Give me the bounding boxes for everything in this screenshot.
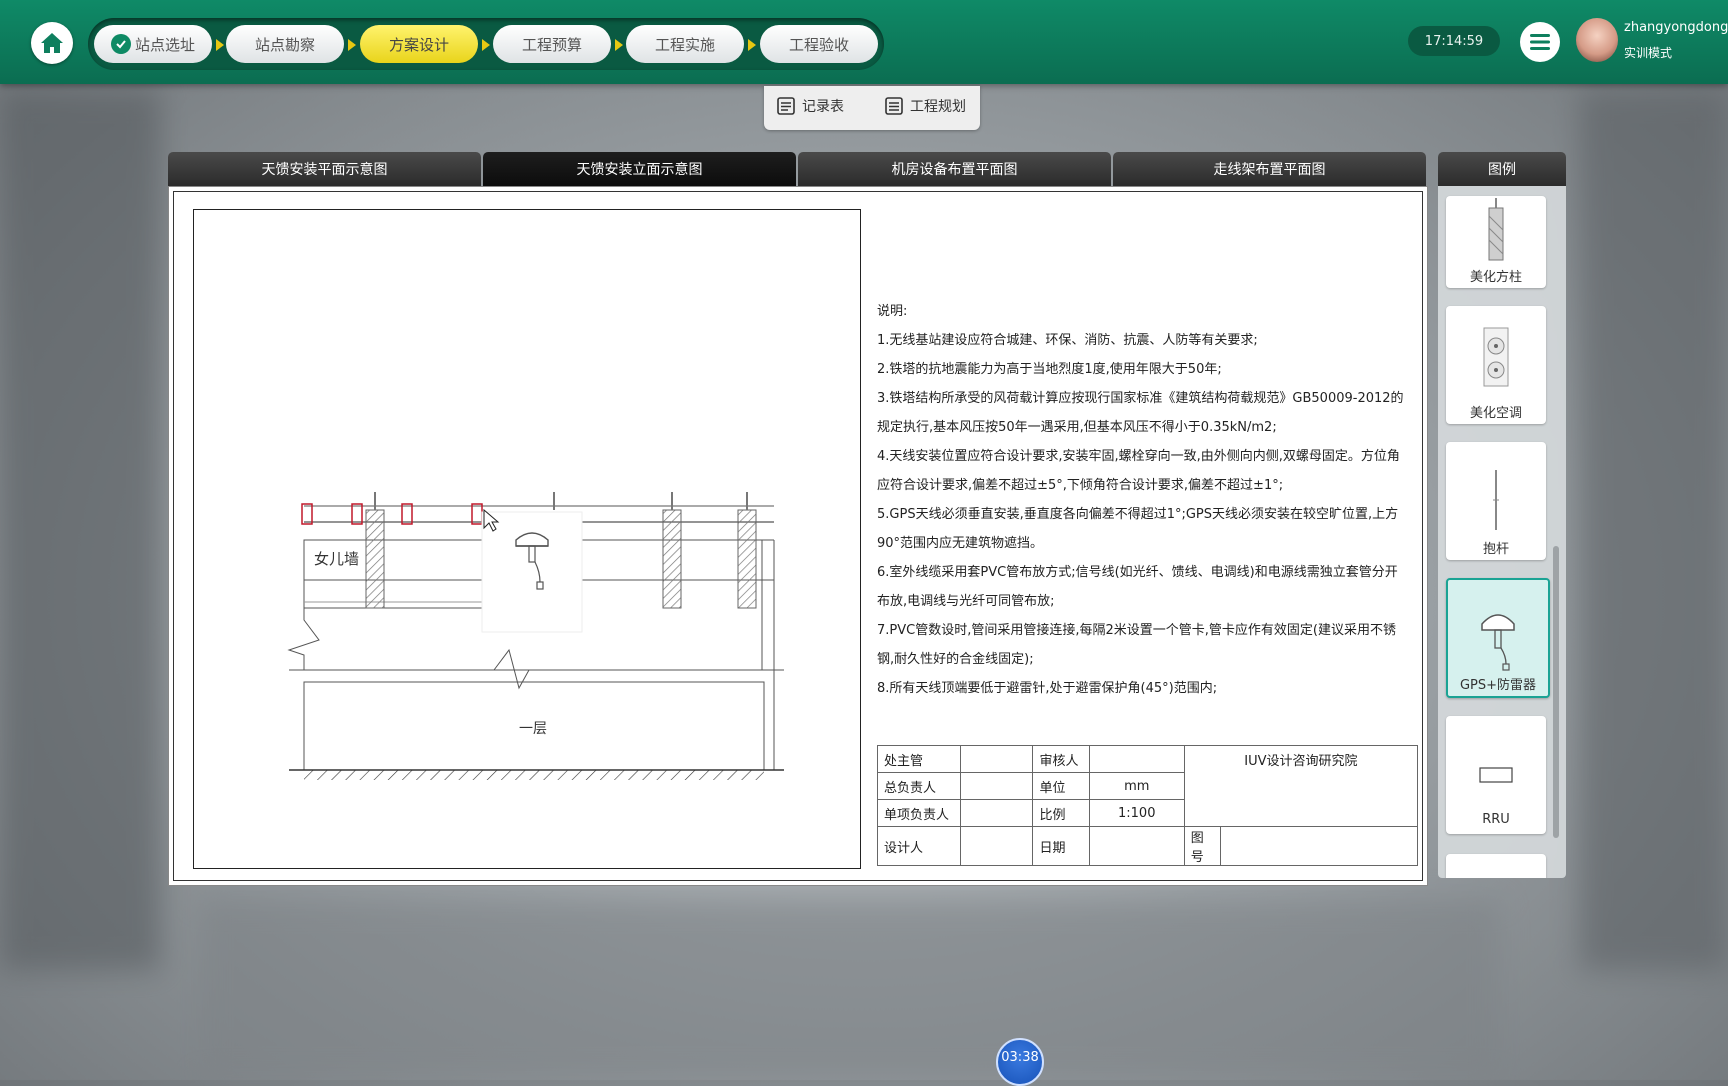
step-label: 工程预算 <box>521 35 582 54</box>
step-label: 工程实施 <box>654 35 715 54</box>
parapet-label: 女儿墙 <box>314 550 360 568</box>
step-arrow-icon <box>482 39 490 51</box>
table-cell: mm <box>1088 772 1185 800</box>
note-line: 1.无线基站建设应符合城建、环保、消防、抗震、人防等有关要求; <box>877 333 1258 348</box>
note-line: 5.GPS天线必须垂直安装,垂直度各向偏差不得超过1°;GPS天线必须安装在较空… <box>877 507 1399 551</box>
note-line: 7.PVC管数设时,管间采用管接连接,每隔2米设置一个管卡,管卡应作有效固定(建… <box>877 623 1396 667</box>
user-name: zhangyongdong <box>1624 20 1728 35</box>
step-label: 方案设计 <box>388 35 449 54</box>
table-cell <box>1088 745 1185 773</box>
legend-label: RRU <box>1482 812 1510 827</box>
check-icon <box>110 34 131 54</box>
home-icon <box>41 33 63 53</box>
step-label: 站点勘察 <box>254 35 315 54</box>
top-navigation-bar: 站点选址 站点勘察 方案设计 工程预算 工程实施 工程验收 17:14:59 z… <box>0 0 1728 84</box>
table-cell: 1:100 <box>1088 799 1185 827</box>
step-budget[interactable]: 工程预算 <box>493 25 611 63</box>
step-solution-design[interactable]: 方案设计 <box>360 25 478 63</box>
record-sheet-button[interactable]: 记录表 <box>776 96 844 116</box>
legend-item-next[interactable] <box>1446 854 1546 878</box>
design-notes: 说明: 1.无线基站建设应符合城建、环保、消防、抗震、人防等有关要求; 2.铁塔… <box>877 297 1407 703</box>
record-sheet-label: 记录表 <box>802 99 844 115</box>
step-arrow-icon <box>615 39 623 51</box>
legend-item-beautified-ac[interactable]: 美化空调 <box>1446 306 1546 424</box>
table-cell: 单项负责人 <box>877 799 961 827</box>
note-line: 8.所有天线顶端要低于避雷针,处于避雷保护角(45°)范围内; <box>877 681 1218 696</box>
table-cell: 设计人 <box>877 826 961 866</box>
rru-icon <box>1479 767 1513 783</box>
note-line: 2.铁塔的抗地震能力为高于当地烈度1度,使用年限大于50年; <box>877 362 1222 377</box>
table-cell <box>1219 826 1419 866</box>
workflow-steps: 站点选址 站点勘察 方案设计 工程预算 工程实施 工程验收 <box>88 18 884 70</box>
note-line: 4.天线安装位置应符合设计要求,安装牢固,螺栓穿向一致,由外侧向内侧,双螺母固定… <box>877 449 1400 493</box>
step-label: 工程验收 <box>788 35 849 54</box>
table-cell: 单位 <box>1032 772 1090 800</box>
list-icon <box>885 97 903 115</box>
table-cell <box>959 826 1034 866</box>
institute-name: IUV设计咨询研究院 <box>1183 745 1419 827</box>
sub-toolbar: 记录表 工程规划 <box>764 86 980 130</box>
table-cell: 日期 <box>1032 826 1090 866</box>
hamburger-icon <box>1530 34 1550 50</box>
table-cell <box>1088 826 1185 866</box>
notes-title: 说明: <box>877 304 908 319</box>
project-plan-label: 工程规划 <box>910 99 966 115</box>
drawing-tabs: 天馈安装平面示意图 天馈安装立面示意图 机房设备布置平面图 走线架布置平面图 <box>168 152 1426 186</box>
legend-label: 抱杆 <box>1482 542 1509 557</box>
legend-scrollbar[interactable] <box>1553 546 1559 838</box>
pole-icon <box>1493 470 1499 530</box>
legend-item-gps-arrester[interactable]: GPS+防雷器 <box>1446 578 1550 698</box>
table-cell: 总负责人 <box>877 772 961 800</box>
elevation-drawing-area[interactable]: 女儿墙 一层 <box>193 209 861 869</box>
legend-item-beautified-column[interactable]: 美化方柱 <box>1446 196 1546 288</box>
step-site-survey[interactable]: 站点勘察 <box>226 25 344 63</box>
gps-antenna-icon <box>1481 614 1515 671</box>
step-arrow-icon <box>348 39 356 51</box>
table-cell: 比例 <box>1032 799 1090 827</box>
table-cell <box>959 772 1034 800</box>
beautified-column-icon <box>1488 198 1504 261</box>
legend-label: GPS+防雷器 <box>1459 678 1537 693</box>
tab-antenna-elevation[interactable]: 天馈安装立面示意图 <box>483 152 796 186</box>
home-button[interactable] <box>31 22 73 64</box>
step-acceptance[interactable]: 工程验收 <box>760 25 878 63</box>
first-floor-label: 一层 <box>519 721 547 737</box>
background-room <box>0 90 160 970</box>
drawing-panel: 女儿墙 一层 说明: 1.无线基站建设应符合城建、环保、消防、抗震、人防等有关要… <box>168 186 1428 886</box>
step-site-selection[interactable]: 站点选址 <box>94 25 212 63</box>
table-cell: 图号 <box>1183 826 1221 866</box>
tab-cable-tray-layout[interactable]: 走线架布置平面图 <box>1113 152 1426 186</box>
table-cell <box>959 745 1034 773</box>
note-line: 6.室外线缆采用套PVC管布放方式;信号线(如光纤、馈线、电调线)和电源线需独立… <box>877 565 1398 609</box>
step-arrow-icon <box>216 39 224 51</box>
elevation-drawing <box>287 492 784 780</box>
legend-title: 图例 <box>1438 152 1566 186</box>
table-cell: 审核人 <box>1032 745 1090 773</box>
legend-panel: 美化方柱 美化空调 抱杆 GPS+防雷器 RRU <box>1438 186 1566 878</box>
tab-equipment-layout[interactable]: 机房设备布置平面图 <box>798 152 1111 186</box>
step-label: 站点选址 <box>134 35 195 54</box>
step-arrow-icon <box>748 39 756 51</box>
background-room <box>1580 90 1728 970</box>
session-timer: 03:38 <box>996 1038 1044 1086</box>
tab-antenna-plan[interactable]: 天馈安装平面示意图 <box>168 152 481 186</box>
legend-item-rru[interactable]: RRU <box>1446 716 1546 834</box>
legend-item-pole[interactable]: 抱杆 <box>1446 442 1546 560</box>
note-line: 3.铁塔结构所承受的风荷载计算应按现行国家标准《建筑结构荷载规范》GB50009… <box>877 391 1404 435</box>
menu-button[interactable] <box>1520 22 1560 62</box>
legend-label: 美化方柱 <box>1469 270 1522 285</box>
step-implementation[interactable]: 工程实施 <box>626 25 744 63</box>
legend-label: 美化空调 <box>1469 406 1522 421</box>
user-mode: 实训模式 <box>1624 46 1673 60</box>
title-block-table: 处主管 审核人 IUV设计咨询研究院 总负责人 单位 mm 单项负责人 比例 1… <box>877 745 1419 866</box>
clock-display: 17:14:59 <box>1408 26 1500 56</box>
project-plan-button[interactable]: 工程规划 <box>884 96 966 116</box>
background-room <box>200 900 1500 1080</box>
air-conditioner-icon <box>1483 327 1509 387</box>
avatar[interactable] <box>1576 18 1618 62</box>
list-icon <box>777 97 795 115</box>
table-cell: 处主管 <box>877 745 961 773</box>
table-cell <box>959 799 1034 827</box>
